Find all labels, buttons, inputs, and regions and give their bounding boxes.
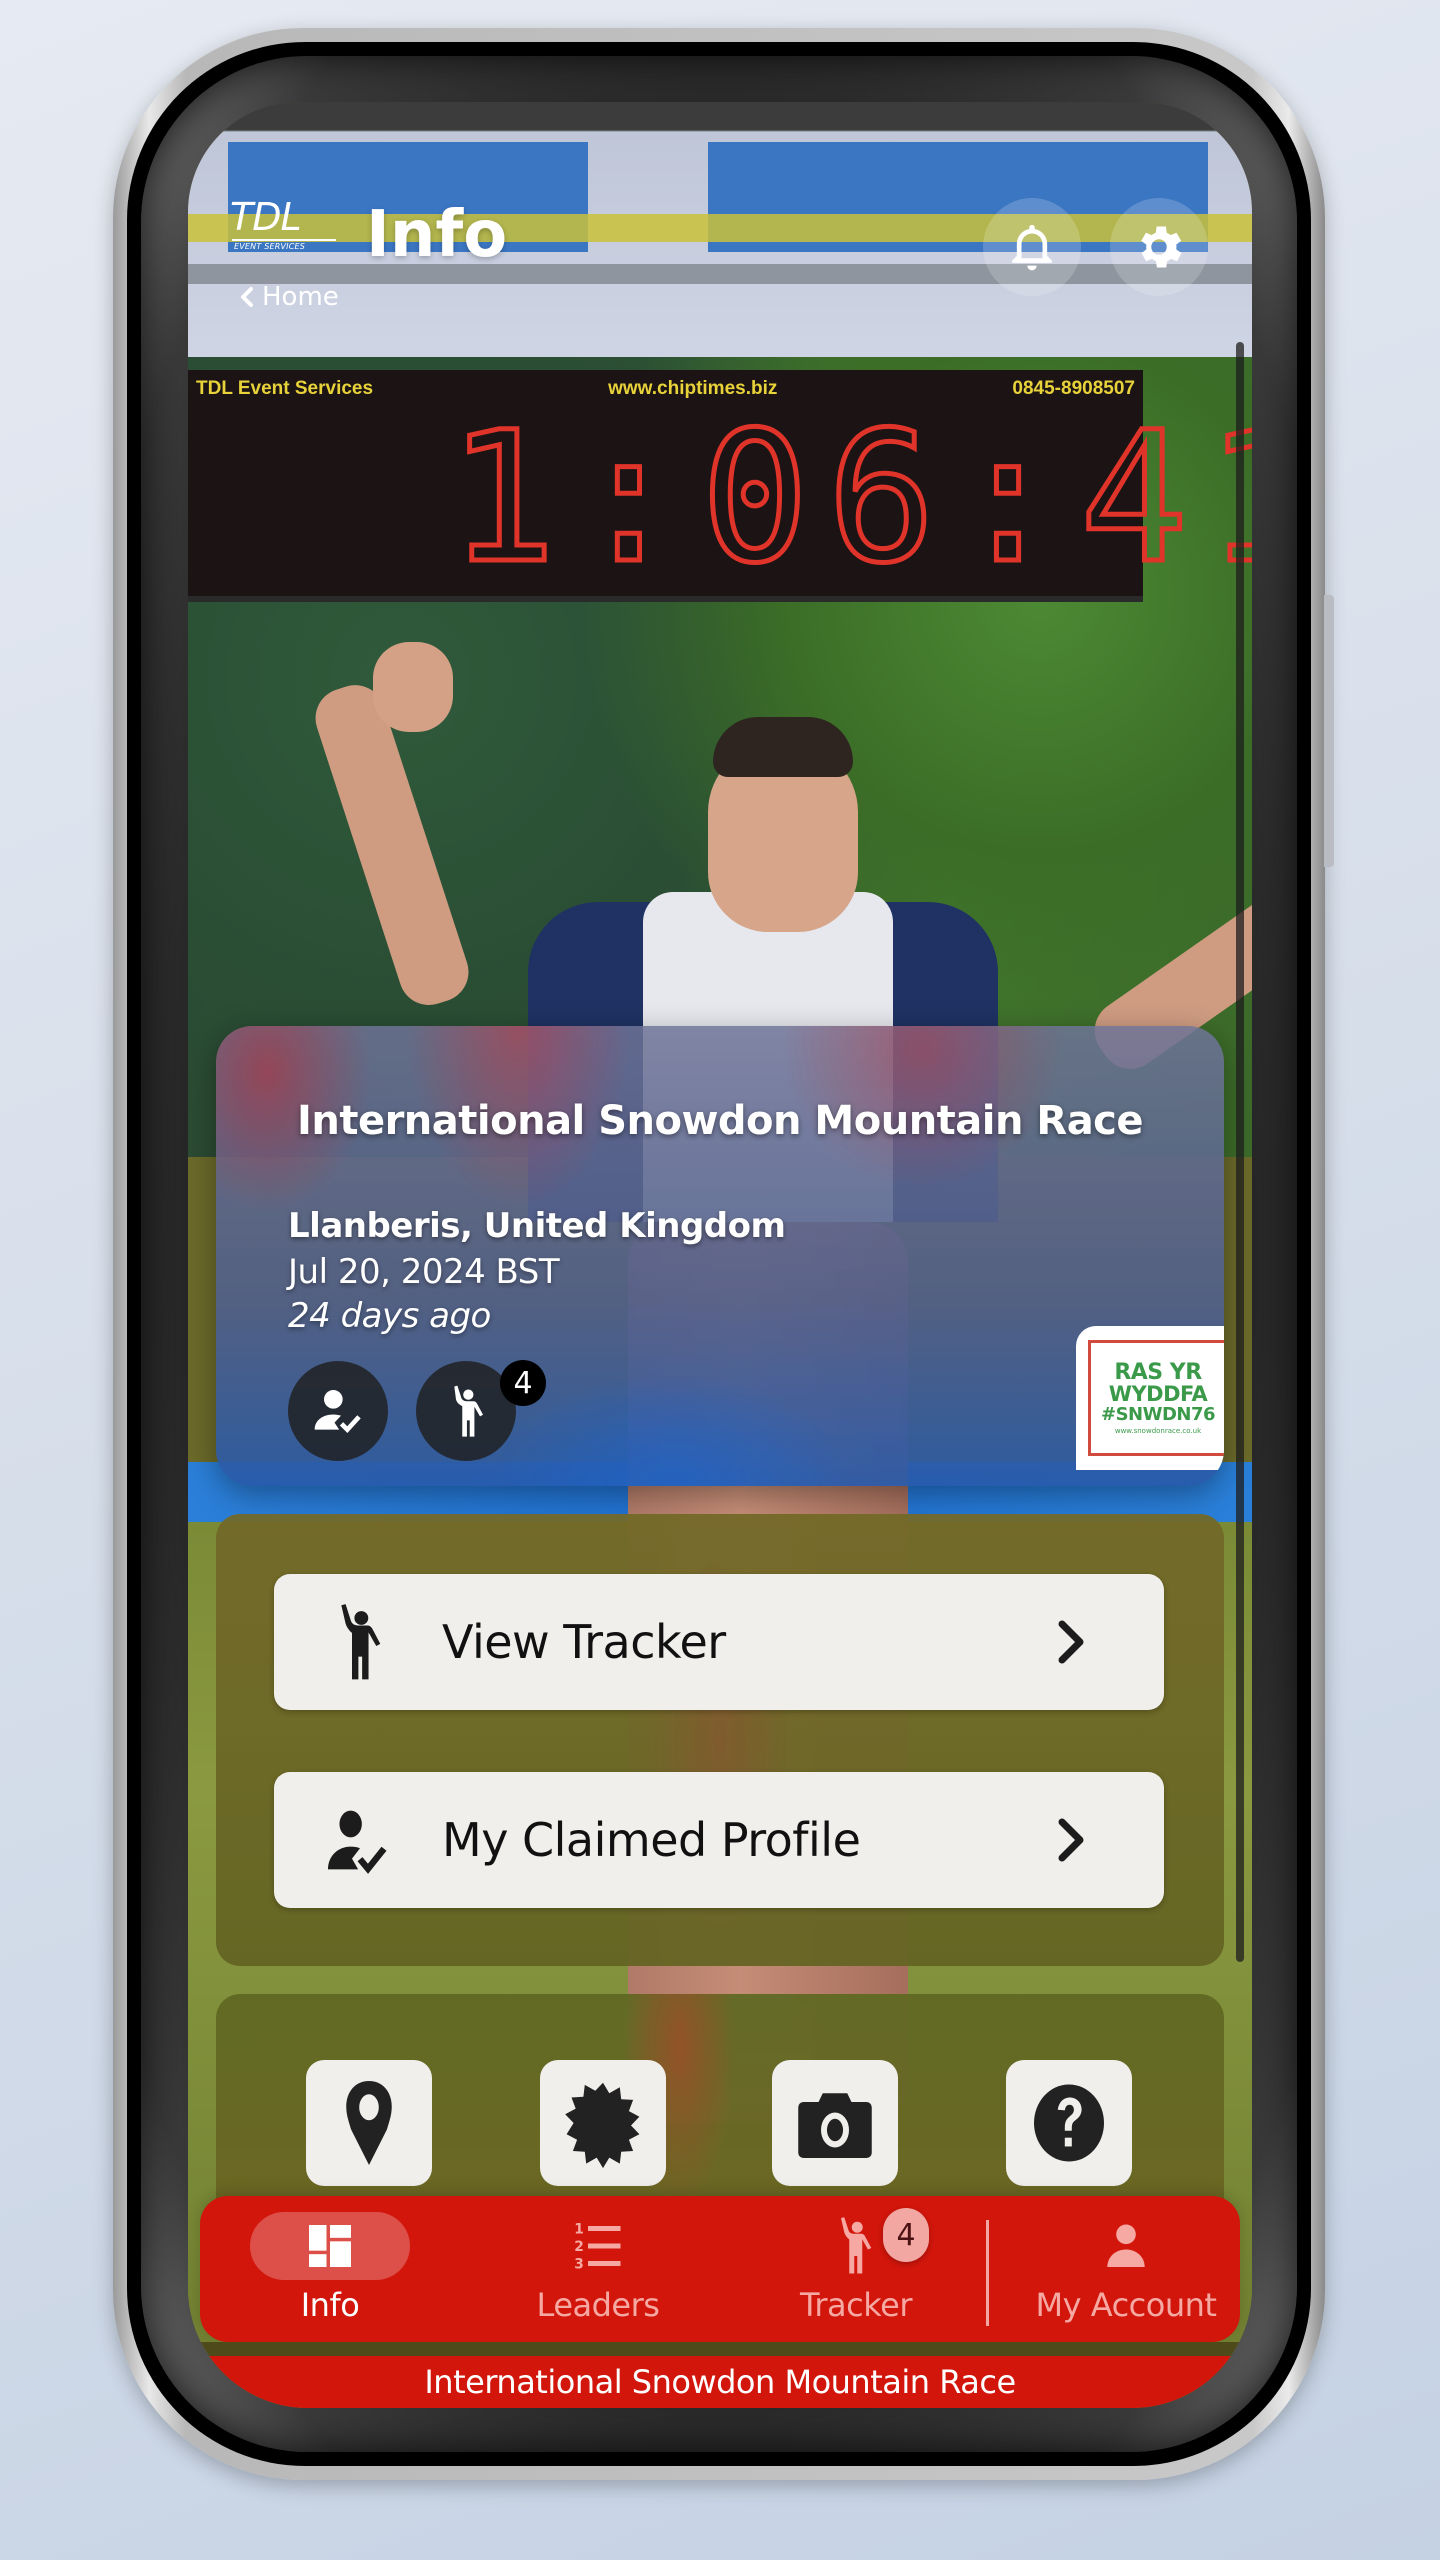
badge-icon [565,2082,640,2169]
event-location: Llanberis, United Kingdom [288,1206,786,1246]
help-icon [1034,2084,1104,2162]
tracker-count-badge: 4 [883,2208,929,2262]
chevron-right-icon [1058,1620,1084,1664]
tracker-count-badge: 4 [500,1360,546,1406]
tracker-person-icon [841,2217,872,2274]
gear-icon [1141,226,1182,268]
svg-text:2: 2 [574,2239,584,2255]
race-logo-hashtag: #SNWDN76 [1100,1403,1216,1425]
bell-icon [1012,224,1052,271]
view-tracker-label: View Tracker [442,1615,726,1669]
tdl-logo: TDL EVENT SERVICES [230,198,340,254]
chevron-left-icon [241,287,253,307]
nav-divider [986,2220,989,2326]
tracker-person-icon [454,1385,484,1437]
nav-label-info: Info [300,2286,360,2324]
account-icon [1107,2224,1145,2267]
logo-subtext: EVENT SERVICES [234,242,306,251]
claimed-profile-icon [314,1390,361,1434]
svg-text:1: 1 [574,2222,584,2238]
phone-side-button [1324,595,1334,867]
vertical-scrollbar[interactable] [1236,342,1244,1962]
photo-runner-fist [373,642,453,732]
race-logo-url: www.snowdonrace.co.uk [1114,1426,1202,1435]
nav-item-my-account[interactable]: My Account [1016,2196,1236,2342]
photo-scoreboard: TDL Event Services www.chiptimes.biz 084… [188,370,1253,603]
my-claimed-profile-label: My Claimed Profile [442,1813,861,1867]
claimed-profile-badge[interactable] [288,1361,388,1461]
ranked-list-icon: 1 2 3 [574,2222,621,2273]
app-screen: TDL Event Services www.chiptimes.biz 084… [188,102,1252,2408]
race-logo: RAS YR WYDDFA #SNWDN76 www.snowdonrace.c… [1076,1326,1224,1470]
scoreboard-company: TDL Event Services [196,378,374,399]
back-link-label: Home [262,282,339,312]
nav-label-my-account: My Account [1035,2286,1217,2324]
nav-label-tracker: Tracker [800,2286,912,2324]
page-title: Info [366,198,508,272]
tracker-person-icon [341,1604,381,1680]
nav-item-leaders[interactable]: 1 2 3 Leaders [518,2196,678,2342]
badge-button[interactable] [540,2060,666,2186]
camera-icon [798,2093,872,2158]
bottom-navigation: Info 1 2 3 Leaders Tracker 4 My Account [200,2196,1240,2342]
photos-button[interactable] [772,2060,898,2186]
race-logo-line: WYDDFA [1108,1381,1208,1406]
event-title: International Snowdon Mountain Race [296,1098,1144,1144]
location-button[interactable] [306,2060,432,2186]
view-tracker-button[interactable]: View Tracker [274,1574,1164,1710]
nav-item-info[interactable]: Info [250,2196,410,2342]
my-claimed-profile-button[interactable]: My Claimed Profile [274,1772,1164,1908]
footer-gap [188,2342,1252,2356]
actions-card: View Tracker My Claimed Profile [216,1514,1224,1966]
footer-event-name: International Snowdon Mountain Race [188,2356,1252,2408]
settings-button[interactable] [1110,198,1208,296]
photo-runner-hair [713,717,853,777]
event-summary-card: International Snowdon Mountain Race Llan… [216,1026,1224,1486]
scoreboard-time: 1:06:41 [446,394,1253,603]
app-header: TDL EVENT SERVICES Info Home [188,102,1252,322]
event-relative-date: 24 days ago [288,1296,491,1336]
location-pin-icon [346,2081,392,2165]
dashboard-icon [309,2225,351,2267]
event-date: Jul 20, 2024 BST [288,1252,560,1292]
logo-underline [232,239,336,241]
notifications-button[interactable] [983,198,1081,296]
claimed-profile-icon [328,1810,387,1874]
race-logo-line: RAS YR [1114,1359,1202,1385]
svg-text:3: 3 [574,2257,584,2273]
nav-label-leaders: Leaders [536,2286,660,2324]
back-home-link[interactable]: Home [238,282,339,312]
help-button[interactable] [1006,2060,1132,2186]
logo-text: TDL [230,195,302,239]
chevron-right-icon [1058,1818,1084,1862]
